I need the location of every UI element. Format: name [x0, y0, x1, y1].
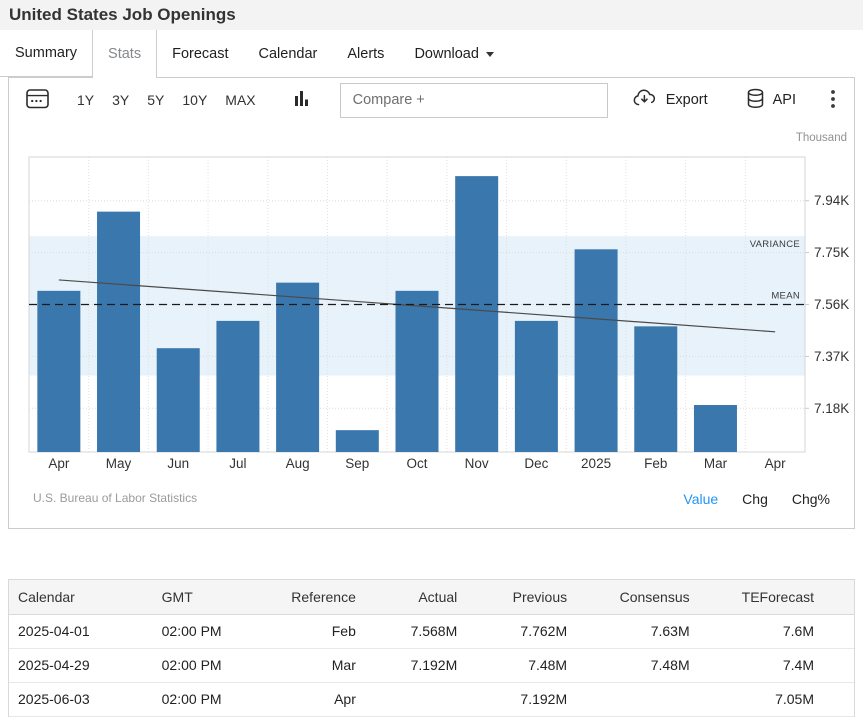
x-axis-label: 2025 — [581, 456, 611, 471]
bar-Apr[interactable] — [37, 291, 80, 452]
database-icon — [746, 88, 765, 113]
mode-chgpct-button[interactable]: Chg% — [792, 491, 830, 507]
col-calendar: Calendar — [9, 580, 153, 614]
source-attribution: U.S. Bureau of Labor Statistics — [33, 491, 197, 505]
y-axis-label: 7.94K — [814, 193, 849, 208]
col-actual: Actual — [364, 580, 465, 614]
bar-Oct[interactable] — [396, 291, 439, 452]
x-axis-label: Aug — [286, 456, 310, 471]
x-axis-label: Mar — [704, 456, 728, 471]
tab-bar: Summary Stats Forecast Calendar Alerts D… — [0, 30, 863, 77]
date-range-button[interactable] — [19, 87, 56, 113]
x-axis-label: Jun — [167, 456, 189, 471]
export-button[interactable]: Export — [625, 88, 714, 112]
stats-panel: 1Y 3Y 5Y 10Y MAX — [8, 77, 855, 529]
x-axis-label: May — [106, 456, 132, 471]
bar-Sep[interactable] — [336, 430, 379, 452]
kebab-menu-icon — [830, 89, 836, 112]
col-consensus: Consensus — [575, 580, 698, 614]
y-axis-label: 7.56K — [814, 297, 849, 312]
tab-stats[interactable]: Stats — [93, 30, 157, 78]
bar-2025[interactable] — [575, 249, 618, 452]
x-axis-label: Feb — [644, 456, 667, 471]
table-header-row: Calendar GMT Reference Actual Previous C… — [9, 580, 854, 614]
x-axis-label: Dec — [524, 456, 548, 471]
tab-download[interactable]: Download — [399, 30, 509, 77]
chevron-down-icon — [486, 52, 494, 57]
cloud-download-icon — [631, 88, 658, 112]
table-row[interactable]: 2025-04-29 02:00 PM Mar 7.192M 7.48M 7.4… — [9, 648, 854, 682]
api-button[interactable]: API — [740, 88, 802, 113]
bar-Nov[interactable] — [455, 176, 498, 452]
page-title: United States Job Openings — [9, 5, 236, 25]
axis-unit-label: Thousand — [796, 132, 847, 144]
range-5y-button[interactable]: 5Y — [138, 92, 173, 108]
mean-label: MEAN — [771, 291, 800, 302]
page-header: United States Job Openings — [0, 0, 863, 30]
table-row[interactable]: 2025-04-01 02:00 PM Feb 7.568M 7.762M 7.… — [9, 614, 854, 648]
bar-Jun[interactable] — [157, 348, 200, 452]
tab-forecast[interactable]: Forecast — [157, 30, 243, 77]
bar-May[interactable] — [97, 212, 140, 452]
calendar-table: Calendar GMT Reference Actual Previous C… — [9, 580, 854, 717]
y-axis-label: 7.18K — [814, 401, 849, 416]
y-axis-label: 7.37K — [814, 349, 849, 364]
y-axis-label: 7.75K — [814, 245, 849, 260]
variance-label: VARIANCE — [750, 239, 800, 250]
tab-summary[interactable]: Summary — [0, 30, 93, 77]
calendar-icon — [25, 87, 50, 113]
bar-Mar[interactable] — [694, 405, 737, 452]
x-axis-label: Nov — [465, 456, 489, 471]
col-teforecast: TEForecast — [698, 580, 854, 614]
range-1y-button[interactable]: 1Y — [68, 92, 103, 108]
column-chart-icon — [293, 90, 310, 110]
bar-Aug[interactable] — [276, 283, 319, 452]
bar-Dec[interactable] — [515, 321, 558, 452]
x-axis-label: Jul — [229, 456, 246, 471]
value-mode-switch: Value Chg Chg% — [683, 491, 830, 507]
calendar-table-section: Calendar GMT Reference Actual Previous C… — [8, 579, 855, 717]
chart-footer: U.S. Bureau of Labor Statistics Value Ch… — [9, 478, 854, 528]
x-axis-label: Sep — [345, 456, 369, 471]
chart-type-button[interactable] — [287, 90, 316, 110]
x-axis-label: Apr — [48, 456, 70, 471]
col-previous: Previous — [465, 580, 575, 614]
table-row[interactable]: 2025-06-03 02:00 PM Apr 7.192M 7.05M — [9, 682, 854, 716]
mode-value-button[interactable]: Value — [683, 491, 718, 507]
chart-area: 7.94K 7.75K 7.56K 7.37K 7.18K VARIANCE MEAN Apr… — [9, 122, 854, 478]
bar-Feb[interactable] — [634, 326, 677, 452]
compare-input[interactable] — [340, 83, 608, 118]
job-openings-bar-chart: 7.94K 7.75K 7.56K 7.37K 7.18K VARIANCE MEAN Apr… — [9, 122, 854, 478]
range-10y-button[interactable]: 10Y — [173, 92, 216, 108]
range-selector: 1Y 3Y 5Y 10Y MAX — [68, 92, 265, 108]
mode-chg-button[interactable]: Chg — [742, 491, 768, 507]
tab-calendar[interactable]: Calendar — [244, 30, 333, 77]
col-reference: Reference — [271, 580, 364, 614]
more-options-button[interactable] — [824, 89, 842, 112]
chart-toolbar: 1Y 3Y 5Y 10Y MAX — [9, 78, 854, 122]
x-axis-label: Apr — [765, 456, 787, 471]
bar-Jul[interactable] — [216, 321, 259, 452]
range-max-button[interactable]: MAX — [216, 92, 264, 108]
col-gmt: GMT — [153, 580, 271, 614]
x-axis-label: Oct — [406, 456, 427, 471]
tab-alerts[interactable]: Alerts — [332, 30, 399, 77]
range-3y-button[interactable]: 3Y — [103, 92, 138, 108]
